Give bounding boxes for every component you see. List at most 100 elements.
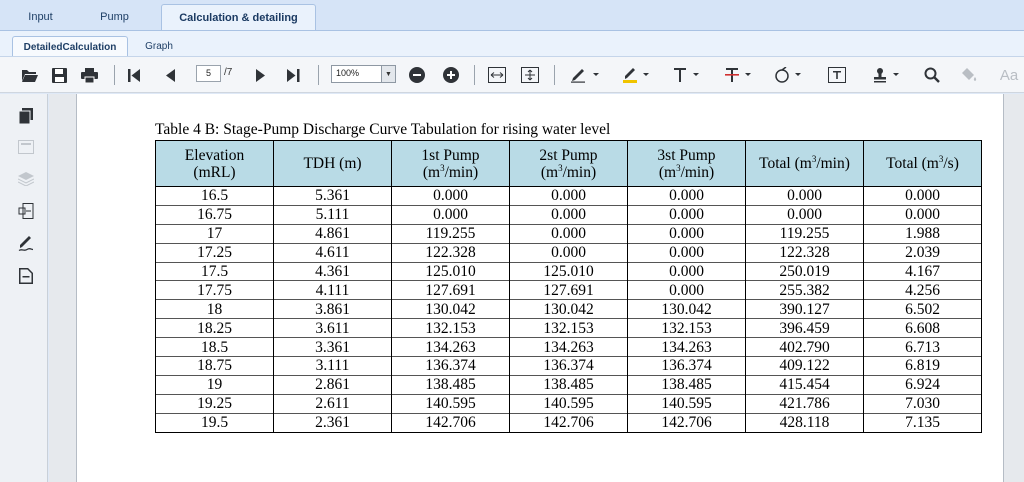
table-row: 18.5 3.361 134.263 134.263 134.263 402.790 6.7… — [155, 337, 982, 357]
table-cell: 428.118 — [745, 412, 864, 433]
sub-tab-bar: DetailedCalculation Graph — [0, 30, 1024, 57]
header-tdh: TDH (m) — [273, 140, 392, 187]
table-cell: 0.000 — [509, 242, 628, 263]
header-total-min: Total (m3/min) — [745, 140, 864, 187]
search-icon[interactable] — [922, 63, 942, 87]
table-cell: 0.000 — [509, 223, 628, 244]
fit-page-icon[interactable] — [520, 63, 540, 87]
stamp-icon[interactable] — [870, 63, 904, 87]
table-cell: 7.030 — [863, 393, 982, 414]
layers-icon — [18, 171, 34, 187]
table-cell: 2.361 — [273, 412, 392, 433]
zoom-in-icon[interactable] — [442, 63, 460, 87]
toolbar-separator — [114, 65, 115, 85]
table-cell: 125.010 — [391, 261, 510, 281]
table-cell: 0.000 — [863, 186, 982, 206]
table-cell: 134.263 — [509, 337, 628, 357]
strikethrough-icon[interactable] — [722, 63, 756, 87]
table-cell: 136.374 — [509, 356, 628, 376]
table-cell: 140.595 — [391, 393, 510, 414]
fit-width-icon[interactable] — [487, 63, 507, 87]
attachments-icon[interactable] — [18, 203, 34, 219]
table-row: 16.5 5.361 0.000 0.000 0.000 0.000 0.000 — [155, 186, 982, 206]
table-cell: 0.000 — [863, 204, 982, 225]
pen-annotate-icon[interactable] — [568, 63, 602, 87]
table-cell: 140.595 — [509, 393, 628, 414]
table-cell: 1.988 — [863, 223, 982, 244]
toolbar-separator — [554, 65, 555, 85]
table-cell: 4.611 — [273, 242, 392, 263]
highlighter-icon[interactable] — [620, 63, 654, 87]
save-icon[interactable] — [50, 63, 68, 87]
table-cell: 119.255 — [391, 223, 510, 244]
table-cell: 6.608 — [863, 318, 982, 338]
zoom-value: 100% — [336, 68, 360, 78]
table-row: 17.75 4.111 127.691 127.691 0.000 255.382 4.25… — [155, 280, 982, 300]
table-cell: 132.153 — [509, 318, 628, 338]
page-number-input[interactable]: 5 — [196, 65, 221, 82]
table-cell: 2.039 — [863, 242, 982, 263]
signature-icon[interactable] — [18, 236, 34, 252]
header-3st-pump: 3st Pump (m3/min) — [627, 140, 746, 187]
table-cell: 6.502 — [863, 299, 982, 319]
table-cell: 17.25 — [155, 242, 274, 263]
text-tool-icon[interactable] — [670, 63, 704, 87]
tab-graph[interactable]: Graph — [138, 36, 180, 57]
table-cell: 2.861 — [273, 374, 392, 395]
tab-calculation-detailing[interactable]: Calculation & detailing — [161, 4, 316, 30]
tab-detailed-calculation[interactable]: DetailedCalculation — [12, 36, 128, 57]
text-box-icon[interactable] — [826, 63, 848, 87]
header-1st-pump: 1st Pump (m3/min) — [391, 140, 510, 187]
table-row: 17.25 4.611 122.328 0.000 0.000 122.328 2.039 — [155, 242, 982, 263]
table-cell: 18.5 — [155, 337, 274, 357]
zoom-select[interactable]: 100% ▼ — [331, 65, 396, 83]
table-cell: 4.167 — [863, 261, 982, 281]
table-cell: 142.706 — [391, 412, 510, 433]
toolbar-separator — [474, 65, 475, 85]
table-cell: 6.819 — [863, 356, 982, 376]
table-cell: 132.153 — [627, 318, 746, 338]
table-cell: 127.691 — [391, 280, 510, 300]
last-page-icon[interactable] — [284, 63, 302, 87]
chevron-down-icon[interactable]: ▼ — [381, 66, 395, 82]
table-cell: 122.328 — [391, 242, 510, 263]
zoom-out-icon[interactable] — [408, 63, 426, 87]
open-folder-icon[interactable] — [20, 63, 38, 87]
table-cell: 140.595 — [627, 393, 746, 414]
tab-pump[interactable]: Pump — [92, 4, 137, 30]
table-cell: 16.75 — [155, 204, 274, 225]
table-cell: 134.263 — [627, 337, 746, 357]
table-cell: 130.042 — [509, 299, 628, 319]
top-tab-bar: Input Pump Calculation & detailing — [0, 0, 1024, 30]
tab-input[interactable]: Input — [18, 4, 63, 30]
table-cell: 142.706 — [509, 412, 628, 433]
table-cell: 6.924 — [863, 374, 982, 395]
table-row: 18.75 3.111 136.374 136.374 136.374 409.122 6.… — [155, 356, 982, 376]
table-cell: 18.25 — [155, 318, 274, 338]
pages-panel-icon[interactable] — [18, 108, 34, 124]
table-cell: 0.000 — [627, 261, 746, 281]
table-cell: 0.000 — [391, 186, 510, 206]
table-cell: 136.374 — [627, 356, 746, 376]
table-cell: 0.000 — [627, 223, 746, 244]
table-row: 18 3.861 130.042 130.042 130.042 390.127 6.502 — [155, 299, 982, 319]
next-page-icon[interactable] — [252, 63, 268, 87]
table-cell: 17.5 — [155, 261, 274, 281]
first-page-icon[interactable] — [126, 63, 142, 87]
table-cell: 19.25 — [155, 393, 274, 414]
table-cell: 4.861 — [273, 223, 392, 244]
print-icon[interactable] — [80, 63, 98, 87]
page-total-label: /7 — [224, 67, 233, 78]
table-cell: 17 — [155, 223, 274, 244]
table-cell: 19.5 — [155, 412, 274, 433]
shape-tool-icon[interactable] — [772, 63, 806, 87]
table-cell: 2.611 — [273, 393, 392, 414]
previous-page-icon[interactable] — [162, 63, 178, 87]
table-caption: Table 4 B: Stage-Pump Discharge Curve Ta… — [155, 121, 611, 138]
table-cell: 132.153 — [391, 318, 510, 338]
table-cell: 5.361 — [273, 186, 392, 206]
comments-icon[interactable] — [18, 268, 34, 284]
table-cell: 396.459 — [745, 318, 864, 338]
table-cell: 16.5 — [155, 186, 274, 206]
table-cell: 18.75 — [155, 356, 274, 376]
